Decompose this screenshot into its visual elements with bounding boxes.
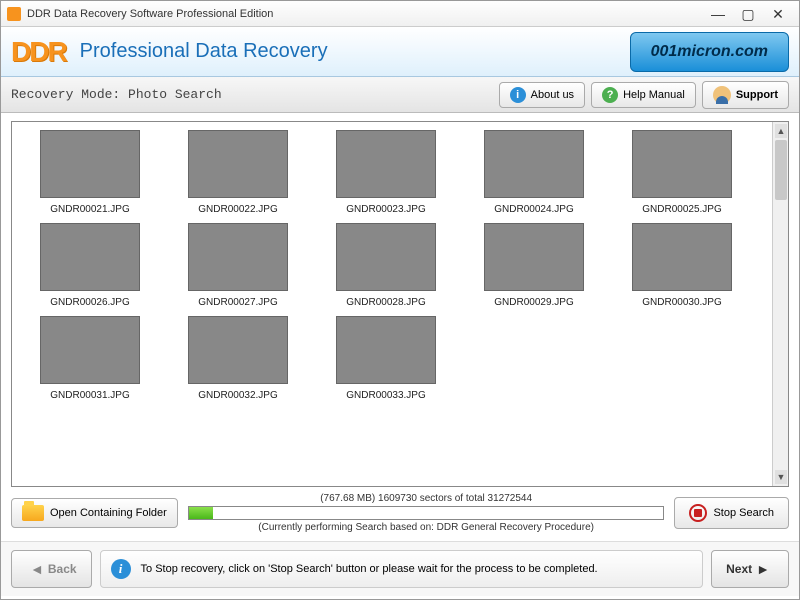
gallery-panel: GNDR00021.JPG GNDR00022.JPG GNDR00023.JP…: [11, 121, 789, 487]
support-button[interactable]: Support: [702, 81, 789, 109]
list-item[interactable]: GNDR00021.JPG: [16, 130, 164, 215]
stop-search-button[interactable]: Stop Search: [674, 497, 789, 529]
arrow-left-icon: ◄: [30, 561, 44, 577]
file-name: GNDR00030.JPG: [608, 297, 756, 308]
window-title: DDR Data Recovery Software Professional …: [27, 8, 703, 20]
next-label: Next: [726, 562, 752, 576]
header-title: Professional Data Recovery: [80, 40, 630, 63]
progress-status: (767.68 MB) 1609730 sectors of total 312…: [188, 493, 665, 504]
help-label: Help Manual: [623, 89, 685, 101]
list-item[interactable]: GNDR00031.JPG: [16, 316, 164, 401]
file-name: GNDR00025.JPG: [608, 204, 756, 215]
list-item[interactable]: GNDR00025.JPG: [608, 130, 756, 215]
stop-icon: [689, 504, 707, 522]
list-item[interactable]: GNDR00030.JPG: [608, 223, 756, 308]
thumbnail-grid: GNDR00021.JPG GNDR00022.JPG GNDR00023.JP…: [14, 124, 770, 484]
logo: DDR: [11, 36, 66, 68]
support-label: Support: [736, 89, 778, 101]
file-name: GNDR00033.JPG: [312, 390, 460, 401]
minimize-button[interactable]: —: [703, 4, 733, 24]
help-manual-button[interactable]: ? Help Manual: [591, 82, 696, 108]
about-button[interactable]: i About us: [499, 82, 585, 108]
photo-thumb: [484, 223, 584, 291]
file-name: GNDR00028.JPG: [312, 297, 460, 308]
photo-thumb: [336, 223, 436, 291]
help-icon: ?: [602, 87, 618, 103]
open-folder-label: Open Containing Folder: [50, 507, 167, 519]
recovery-mode-label: Recovery Mode: Photo Search: [11, 87, 493, 102]
list-item[interactable]: GNDR00029.JPG: [460, 223, 608, 308]
list-item[interactable]: GNDR00033.JPG: [312, 316, 460, 401]
app-icon: [7, 7, 21, 21]
photo-thumb: [40, 130, 140, 198]
info-bar: i To Stop recovery, click on 'Stop Searc…: [100, 550, 704, 588]
photo-thumb: [484, 130, 584, 198]
avatar-icon: [713, 86, 731, 104]
stop-label: Stop Search: [713, 507, 774, 519]
progress-substatus: (Currently performing Search based on: D…: [188, 522, 665, 533]
file-name: GNDR00029.JPG: [460, 297, 608, 308]
title-bar: DDR Data Recovery Software Professional …: [1, 1, 799, 27]
progress-bar: [188, 506, 665, 520]
file-name: GNDR00024.JPG: [460, 204, 608, 215]
file-name: GNDR00032.JPG: [164, 390, 312, 401]
scroll-up-icon[interactable]: ▲: [775, 124, 787, 138]
scroll-down-icon[interactable]: ▼: [775, 470, 787, 484]
list-item[interactable]: GNDR00028.JPG: [312, 223, 460, 308]
photo-thumb: [632, 223, 732, 291]
info-text: To Stop recovery, click on 'Stop Search'…: [141, 563, 598, 575]
photo-thumb: [632, 130, 732, 198]
scroll-thumb[interactable]: [775, 140, 787, 200]
list-item[interactable]: GNDR00026.JPG: [16, 223, 164, 308]
list-item[interactable]: GNDR00032.JPG: [164, 316, 312, 401]
progress-fill: [189, 507, 213, 519]
about-label: About us: [531, 89, 574, 101]
open-folder-button[interactable]: Open Containing Folder: [11, 498, 178, 528]
list-item[interactable]: GNDR00023.JPG: [312, 130, 460, 215]
back-button[interactable]: ◄ Back: [11, 550, 92, 588]
file-name: GNDR00023.JPG: [312, 204, 460, 215]
file-name: GNDR00031.JPG: [16, 390, 164, 401]
photo-thumb: [336, 316, 436, 384]
back-label: Back: [48, 562, 77, 576]
photo-thumb: [188, 316, 288, 384]
close-button[interactable]: ✕: [763, 4, 793, 24]
photo-thumb: [40, 223, 140, 291]
footer: ◄ Back i To Stop recovery, click on 'Stop…: [1, 541, 799, 596]
header: DDR Professional Data Recovery 001micron…: [1, 27, 799, 77]
next-button[interactable]: Next ►: [711, 550, 789, 588]
file-name: GNDR00027.JPG: [164, 297, 312, 308]
file-name: GNDR00026.JPG: [16, 297, 164, 308]
file-name: GNDR00022.JPG: [164, 204, 312, 215]
toolbar: Recovery Mode: Photo Search i About us ? H…: [1, 77, 799, 113]
photo-thumb: [336, 130, 436, 198]
brand-badge: 001micron.com: [630, 32, 789, 72]
photo-thumb: [188, 130, 288, 198]
photo-thumb: [188, 223, 288, 291]
folder-icon: [22, 505, 44, 521]
photo-thumb: [40, 316, 140, 384]
progress-row: Open Containing Folder (767.68 MB) 16097…: [11, 487, 789, 535]
list-item[interactable]: GNDR00027.JPG: [164, 223, 312, 308]
arrow-right-icon: ►: [756, 561, 770, 577]
maximize-button[interactable]: ▢: [733, 4, 763, 24]
info-icon: i: [510, 87, 526, 103]
list-item[interactable]: GNDR00024.JPG: [460, 130, 608, 215]
info-icon: i: [111, 559, 131, 579]
scrollbar[interactable]: ▲ ▼: [772, 122, 788, 486]
file-name: GNDR00021.JPG: [16, 204, 164, 215]
list-item[interactable]: GNDR00022.JPG: [164, 130, 312, 215]
